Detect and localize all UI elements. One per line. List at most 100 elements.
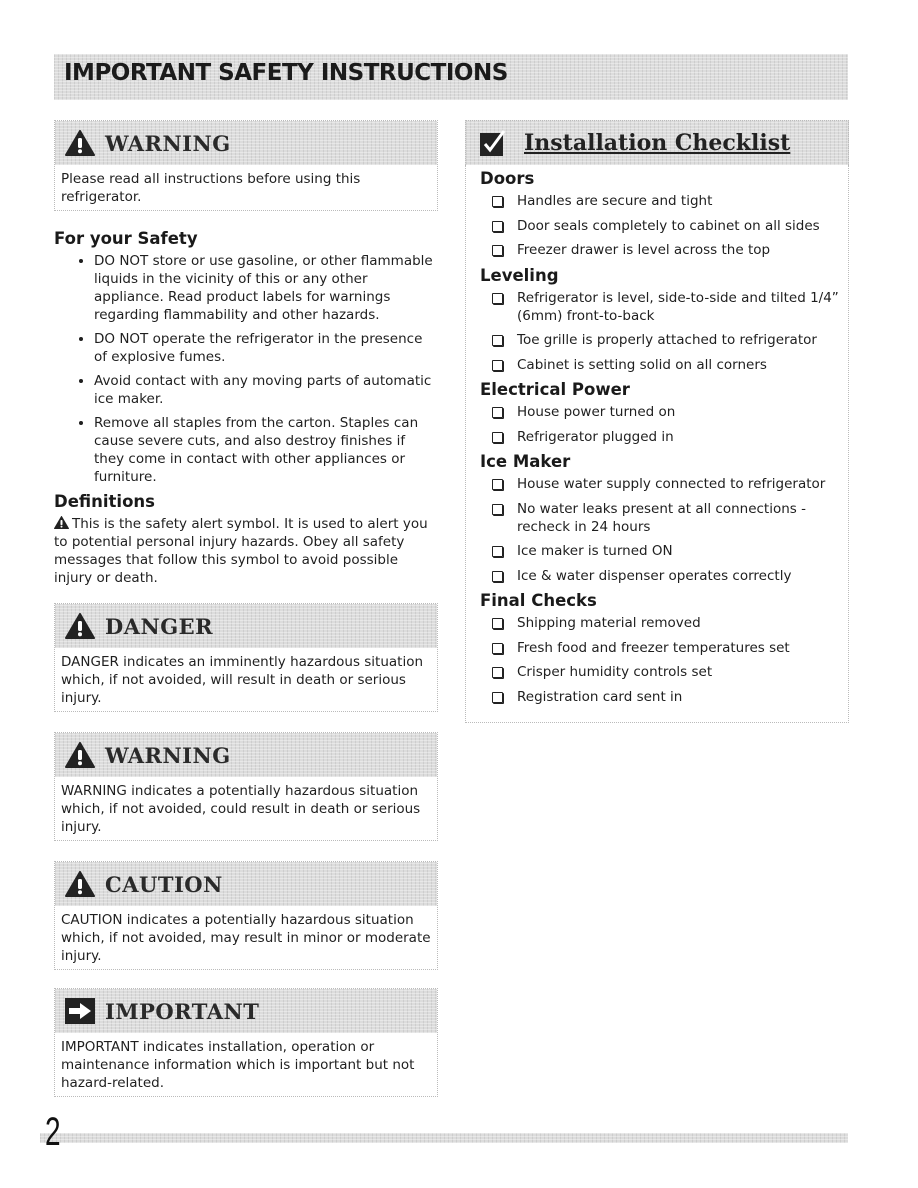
top-warning-box: WARNING Please read all instructions bef… — [54, 120, 438, 211]
checklist-body: Doors Handles are secure and tight Door … — [465, 165, 849, 723]
checklist-item[interactable]: Freezer drawer is level across the top — [480, 241, 848, 259]
page-title: IMPORTANT SAFETY INSTRUCTIONS — [64, 60, 508, 86]
group-heading: Electrical Power — [480, 380, 630, 399]
checklist-item-label: Crisper humidity controls set — [517, 664, 713, 680]
checkbox-icon[interactable] — [492, 292, 503, 304]
group-heading: Doors — [480, 169, 535, 188]
checkbox-icon[interactable] — [492, 359, 503, 371]
safety-bullet: Remove all staples from the carton. Stap… — [94, 414, 438, 486]
checklist-item-label: Freezer drawer is level across the top — [517, 242, 771, 258]
checkbox-icon[interactable] — [492, 691, 503, 703]
checklist-group-leveling: Leveling Refrigerator is level, side-to-… — [480, 266, 848, 374]
checklist-group-electrical-power: Electrical Power House power turned on R… — [480, 380, 848, 446]
checklist-item-label: House power turned on — [517, 404, 676, 420]
danger-text: DANGER indicates an imminently hazardous… — [55, 648, 437, 711]
safety-bullet: Avoid contact with any moving parts of a… — [94, 372, 438, 408]
installation-checklist: Installation Checklist Doors Handles are… — [465, 120, 849, 723]
checklist-item-label: Shipping material removed — [517, 615, 701, 631]
checkbox-icon[interactable] — [492, 618, 503, 629]
safety-bullet-list: DO NOT store or use gasoline, or other f… — [54, 252, 438, 486]
checklist-item-label: Cabinet is setting solid on all corners — [517, 356, 767, 373]
group-heading: Leveling — [480, 265, 559, 285]
checkbox-icon[interactable] — [492, 642, 503, 654]
warning-triangle-icon — [65, 130, 95, 156]
footer-rule — [40, 1133, 848, 1143]
warning-header: WARNING — [55, 733, 437, 777]
definitions-text: This is the safety alert symbol. It is u… — [54, 516, 428, 586]
checkbox-icon[interactable] — [492, 479, 503, 490]
checklist-item[interactable]: Refrigerator is level, side-to-side and … — [480, 289, 848, 325]
checklist-item-label: Registration card sent in — [517, 688, 683, 705]
checklist-item[interactable]: Ice & water dispenser operates correctly — [480, 567, 848, 585]
checkbox-icon[interactable] — [492, 245, 503, 256]
checklist-item[interactable]: Crisper humidity controls set — [480, 663, 848, 681]
checklist-item[interactable]: Door seals completely to cabinet on all … — [480, 217, 848, 235]
checkbox-icon[interactable] — [492, 407, 503, 418]
checklist-item[interactable]: Ice maker is turned ON — [480, 542, 848, 560]
checklist-item[interactable]: House water supply connected to refriger… — [480, 475, 848, 493]
checklist-item[interactable]: Fresh food and freezer temperatures set — [480, 639, 848, 657]
definitions-paragraph: This is the safety alert symbol. It is u… — [54, 515, 438, 587]
top-warning-header: WARNING — [55, 121, 437, 165]
checklist-group-ice-maker: Ice Maker House water supply connected t… — [480, 452, 848, 585]
warning-triangle-icon — [65, 613, 95, 639]
checkbox-icon[interactable] — [492, 196, 503, 207]
left-column: WARNING Please read all instructions bef… — [54, 120, 438, 1097]
important-header: IMPORTANT — [55, 989, 437, 1033]
signal-word: WARNING — [105, 742, 231, 768]
warning-triangle-icon — [65, 742, 95, 768]
checklist-item-label: Ice & water dispenser operates correctly — [517, 567, 792, 584]
page-title-band: IMPORTANT SAFETY INSTRUCTIONS — [54, 54, 848, 100]
checkbox-icon[interactable] — [492, 570, 503, 582]
checklist-item[interactable]: No water leaks present at all connection… — [480, 500, 848, 536]
warning-box: WARNING WARNING indicates a potentially … — [54, 732, 438, 841]
important-text: IMPORTANT indicates installation, operat… — [55, 1033, 437, 1096]
signal-word: DANGER — [105, 613, 214, 639]
checklist-group-final-checks: Final Checks Shipping material removed F… — [480, 591, 848, 706]
checklist-item-label: Door seals completely to cabinet on all … — [517, 217, 820, 234]
checkbox-icon[interactable] — [492, 335, 503, 346]
checklist-header: Installation Checklist — [465, 120, 849, 165]
safety-section: For your Safety DO NOT store or use gaso… — [54, 229, 438, 486]
caution-text: CAUTION indicates a potentially hazardou… — [55, 906, 437, 969]
checklist-item-label: Refrigerator plugged in — [517, 428, 674, 445]
signal-word: WARNING — [105, 130, 231, 156]
checkbox-icon[interactable] — [492, 546, 503, 557]
checkbox-icon[interactable] — [492, 667, 503, 678]
safety-alert-icon — [54, 516, 69, 529]
checklist-item-label: Toe grille is properly attached to refri… — [517, 332, 817, 348]
checklist-item[interactable]: House power turned on — [480, 403, 848, 421]
safety-bullet: DO NOT operate the refrigerator in the p… — [94, 330, 438, 366]
checklist-group-doors: Doors Handles are secure and tight Door … — [480, 169, 848, 259]
checklist-item[interactable]: Toe grille is properly attached to refri… — [480, 331, 848, 349]
caution-header: CAUTION — [55, 862, 437, 906]
danger-box: DANGER DANGER indicates an imminently ha… — [54, 603, 438, 712]
checklist-item-label: Handles are secure and tight — [517, 193, 713, 209]
important-box: IMPORTANT IMPORTANT indicates installati… — [54, 988, 438, 1097]
checklist-item-label: House water supply connected to refriger… — [517, 476, 826, 492]
top-warning-text: Please read all instructions before usin… — [55, 165, 437, 210]
warning-text: WARNING indicates a potentially hazardou… — [55, 777, 437, 840]
checkmark-box-icon — [480, 130, 506, 156]
checklist-item-label: Fresh food and freezer temperatures set — [517, 639, 790, 656]
checkbox-icon[interactable] — [492, 220, 503, 232]
checklist-item-label: Ice maker is turned ON — [517, 543, 673, 559]
checkbox-icon[interactable] — [492, 503, 503, 515]
warning-triangle-icon — [65, 871, 95, 897]
danger-header: DANGER — [55, 604, 437, 648]
arrow-right-icon — [65, 998, 95, 1024]
checklist-item[interactable]: Handles are secure and tight — [480, 192, 848, 210]
checkbox-icon[interactable] — [492, 431, 503, 443]
checklist-item[interactable]: Cabinet is setting solid on all corners — [480, 356, 848, 374]
checklist-item[interactable]: Shipping material removed — [480, 614, 848, 632]
group-heading: Final Checks — [480, 591, 597, 610]
checklist-item[interactable]: Refrigerator plugged in — [480, 428, 848, 446]
definitions-heading: Definitions — [54, 492, 155, 511]
checklist-item-label: No water leaks present at all connection… — [517, 500, 806, 535]
signal-word: IMPORTANT — [105, 998, 260, 1024]
group-heading: Ice Maker — [480, 452, 571, 471]
caution-box: CAUTION CAUTION indicates a potentially … — [54, 861, 438, 970]
safety-heading: For your Safety — [54, 229, 198, 248]
checklist-item[interactable]: Registration card sent in — [480, 688, 848, 706]
page-number: 2 — [45, 1110, 61, 1154]
